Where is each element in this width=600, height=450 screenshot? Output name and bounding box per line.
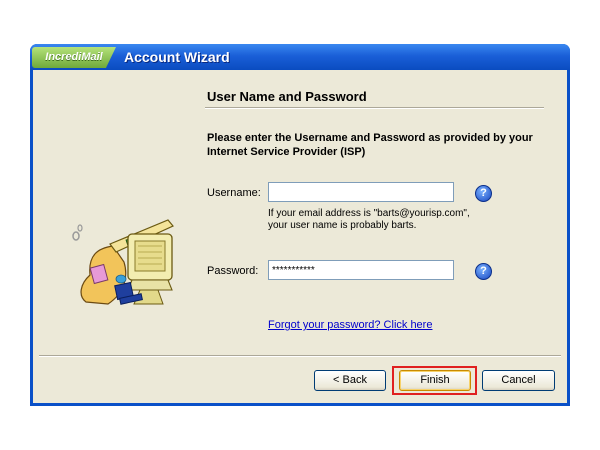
password-label: Password:	[207, 265, 259, 277]
cancel-button[interactable]: Cancel	[482, 370, 555, 391]
forgot-password-link[interactable]: Forgot your password? Click here	[268, 319, 432, 331]
computer-illustration-icon	[72, 219, 174, 305]
username-label: Username:	[207, 187, 261, 199]
footer-divider	[39, 355, 561, 357]
dialog-body: User Name and Password Please enter the …	[33, 70, 567, 403]
password-help-icon[interactable]: ?	[475, 263, 492, 280]
username-input[interactable]	[268, 182, 454, 202]
brand-tab: IncrediMail	[32, 47, 116, 68]
back-button[interactable]: < Back	[314, 370, 386, 391]
username-hint: If your email address is "barts@yourisp.…	[268, 208, 528, 232]
finish-button[interactable]: Finish	[399, 370, 471, 391]
window-title: Account Wizard	[124, 49, 230, 65]
username-hint-line-2: your user name is probably barts.	[268, 220, 417, 231]
page-title: User Name and Password	[207, 89, 367, 104]
heading-divider	[205, 107, 544, 109]
username-help-icon[interactable]: ?	[475, 185, 492, 202]
username-hint-line-1: If your email address is "barts@yourisp.…	[268, 208, 470, 219]
account-wizard-window: IncrediMail Account Wizard User Name and…	[30, 44, 570, 406]
instructions-text: Please enter the Username and Password a…	[207, 132, 533, 158]
title-bar[interactable]: IncrediMail Account Wizard	[30, 44, 570, 70]
password-input[interactable]	[268, 260, 454, 280]
